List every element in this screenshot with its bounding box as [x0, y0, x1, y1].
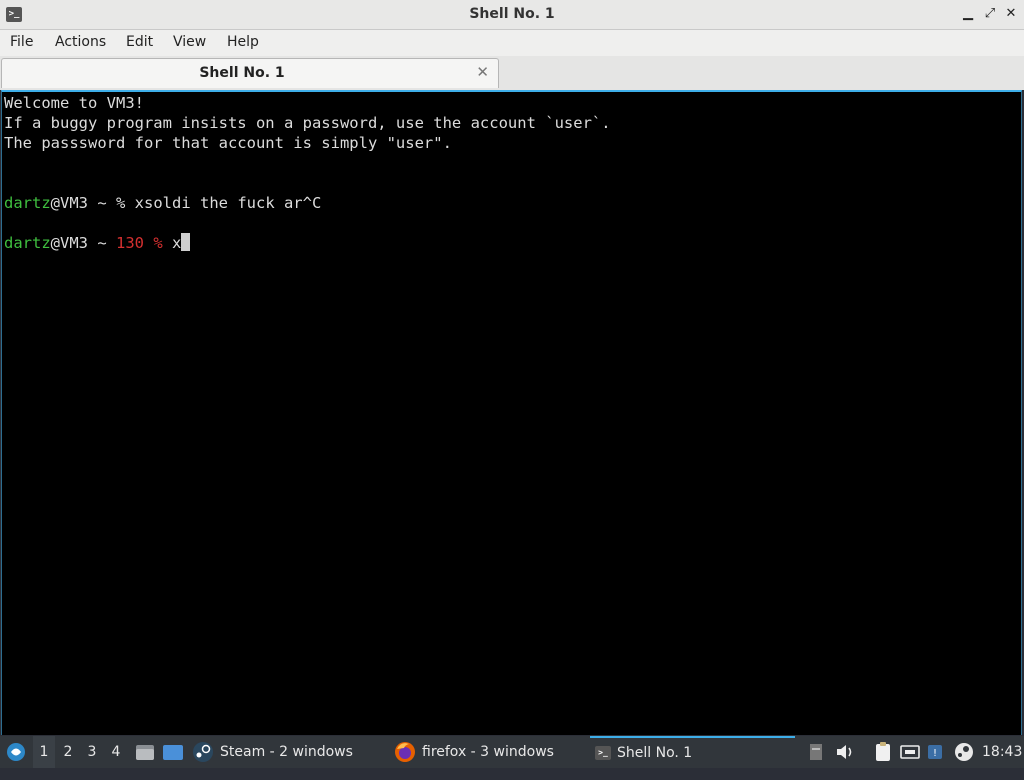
terminal-line-welcome: Welcome to VM3!: [4, 94, 144, 112]
task-shell-no-1[interactable]: >_ Shell No. 1: [590, 736, 795, 768]
terminal-line-password-hint: The passsword for that account is simply…: [4, 134, 452, 152]
folder-icon: [136, 745, 154, 760]
window-title: Shell No. 1: [469, 6, 555, 22]
maximize-button[interactable]: ⤢: [982, 6, 998, 21]
menu-view[interactable]: View: [173, 34, 206, 50]
network-icon: [900, 745, 920, 759]
firefox-icon: [395, 742, 415, 762]
workspace-4[interactable]: 4: [105, 736, 127, 768]
workspace-1[interactable]: 1: [33, 736, 55, 768]
prompt-user: dartz: [4, 194, 51, 212]
workspace-3[interactable]: 3: [81, 736, 103, 768]
menu-bar: File Actions Edit View Help: [0, 30, 1024, 56]
clipboard-icon: [810, 744, 822, 760]
show-desktop-launcher[interactable]: [161, 736, 185, 768]
workspace-2[interactable]: 2: [57, 736, 79, 768]
notes-tray-icon[interactable]: [872, 736, 894, 768]
prompt-command: xsoldi the fuck ar^C: [134, 194, 322, 212]
steam-tray-glyph-icon: [955, 743, 973, 761]
clock[interactable]: 18:43: [982, 736, 1022, 768]
menu-actions[interactable]: Actions: [55, 34, 106, 50]
tab-label: Shell No. 1: [199, 65, 285, 81]
terminal-icon: >_: [595, 746, 611, 760]
task-label: Steam - 2 windows: [220, 744, 353, 760]
steam-tray-icon[interactable]: [953, 736, 975, 768]
app-launcher-button[interactable]: [4, 736, 28, 768]
prompt-exit-status: 130 %: [116, 234, 163, 252]
task-steam[interactable]: Steam - 2 windows: [192, 736, 387, 768]
terminal-line-account-hint: If a buggy program insists on a password…: [4, 114, 611, 132]
menu-help[interactable]: Help: [227, 34, 259, 50]
tab-shell-1[interactable]: Shell No. 1 ✕: [1, 58, 499, 88]
steam-icon: [193, 742, 213, 762]
prompt-user: dartz: [4, 234, 51, 252]
task-label: Shell No. 1: [617, 745, 693, 761]
taskbar: 1 2 3 4 Steam - 2 windows firefox - 3 wi…: [0, 736, 1024, 768]
prompt-host: @VM3 ~ %: [50, 194, 135, 212]
update-notifier-icon: !: [928, 745, 942, 759]
terminal-prompt-line-1: dartz@VM3 ~ % xsoldi the fuck ar^C: [4, 193, 321, 213]
network-tray-icon[interactable]: [899, 736, 921, 768]
menu-edit[interactable]: Edit: [126, 34, 153, 50]
updates-tray-icon[interactable]: !: [925, 736, 945, 768]
terminal-prompt-line-2: dartz@VM3 ~ 130 % x: [4, 233, 191, 253]
task-firefox[interactable]: firefox - 3 windows: [394, 736, 579, 768]
speaker-icon: [837, 745, 852, 759]
minimize-button[interactable]: ▁: [960, 6, 976, 21]
window-titlebar: >_ Shell No. 1 ▁ ⤢ ✕: [0, 0, 1024, 30]
tab-close-icon[interactable]: ✕: [476, 63, 489, 81]
terminal-view[interactable]: Welcome to VM3! If a buggy program insis…: [1, 90, 1022, 735]
prompt-input: x: [162, 234, 182, 252]
clipboard-tray-icon[interactable]: [806, 736, 826, 768]
tab-bar: Shell No. 1 ✕: [0, 56, 1024, 90]
close-button[interactable]: ✕: [1003, 6, 1019, 21]
launcher-icon: [7, 743, 25, 761]
desktop-icon: [163, 745, 183, 760]
file-manager-launcher[interactable]: [134, 736, 156, 768]
text-cursor: [181, 233, 191, 251]
menu-file[interactable]: File: [10, 34, 33, 50]
volume-tray-icon[interactable]: [834, 736, 856, 768]
clipboard-note-icon: [876, 742, 890, 761]
svg-text:!: !: [933, 748, 937, 759]
task-label: firefox - 3 windows: [422, 744, 554, 760]
prompt-host: @VM3 ~: [50, 234, 116, 252]
